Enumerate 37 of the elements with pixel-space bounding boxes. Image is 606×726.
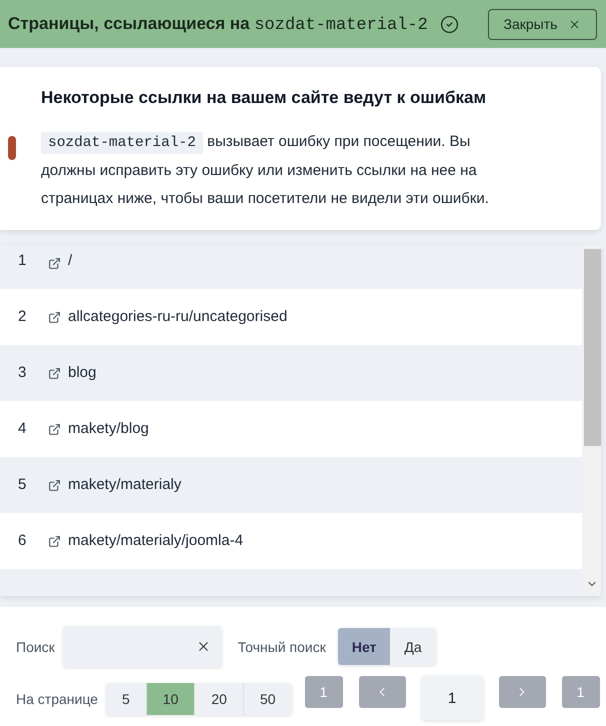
page-link[interactable]: / <box>68 252 72 270</box>
exact-search-label: Точный поиск <box>238 638 326 654</box>
per-page-option[interactable]: 5 <box>106 683 146 715</box>
search-label: Поиск <box>16 638 55 654</box>
external-link-icon <box>48 478 61 492</box>
external-link-icon <box>48 366 61 380</box>
check-circle-icon <box>440 14 459 34</box>
external-link-icon <box>48 422 61 436</box>
row-number: 3 <box>18 364 28 382</box>
notice-heading: Некоторые ссылки на вашем сайте ведут к ошибкам <box>41 87 488 109</box>
row-number: 4 <box>18 420 28 438</box>
row-number: 2 <box>18 308 28 326</box>
close-button[interactable]: Закрыть <box>488 8 597 40</box>
page-link[interactable]: allcategories-ru-ru/uncategorised <box>68 308 288 326</box>
row-number: 5 <box>18 476 28 494</box>
page-link[interactable]: makety/blog <box>68 420 149 438</box>
search-field[interactable] <box>62 626 222 667</box>
scrollbar-thumb[interactable] <box>584 249 601 446</box>
per-page-label: На странице <box>16 691 98 707</box>
row-number: 6 <box>18 532 28 550</box>
external-link-icon <box>48 534 61 548</box>
error-marker <box>8 136 16 160</box>
page-link[interactable]: blog <box>68 364 96 382</box>
notice-text: sozdat-material-2 вызывает ошибку при посещении. Вы должны исправить эту ошибку или изменить ссылки на нее на страницах ниже, чтобы ваши посетители не видели эти ошибки. <box>41 131 490 209</box>
toggle-option[interactable]: Да <box>390 628 436 665</box>
external-link-icon <box>48 310 61 324</box>
dialog-title: Страницы, ссылающиеся на sozdat-material-2 <box>8 14 428 34</box>
scrollbar-track[interactable] <box>582 245 601 596</box>
page-link[interactable]: makety/materialy <box>68 476 182 494</box>
per-page-option[interactable]: 20 <box>194 683 243 715</box>
per-page-option[interactable]: 50 <box>242 683 292 715</box>
row-number: 1 <box>18 252 28 270</box>
page-link[interactable]: makety/materialy/joomla-4 <box>68 532 244 550</box>
external-link-icon <box>48 257 61 270</box>
toggle-option[interactable]: Нет <box>338 628 390 665</box>
per-page-option[interactable]: 10 <box>146 683 194 715</box>
page-number-field[interactable]: 1 <box>422 676 483 720</box>
